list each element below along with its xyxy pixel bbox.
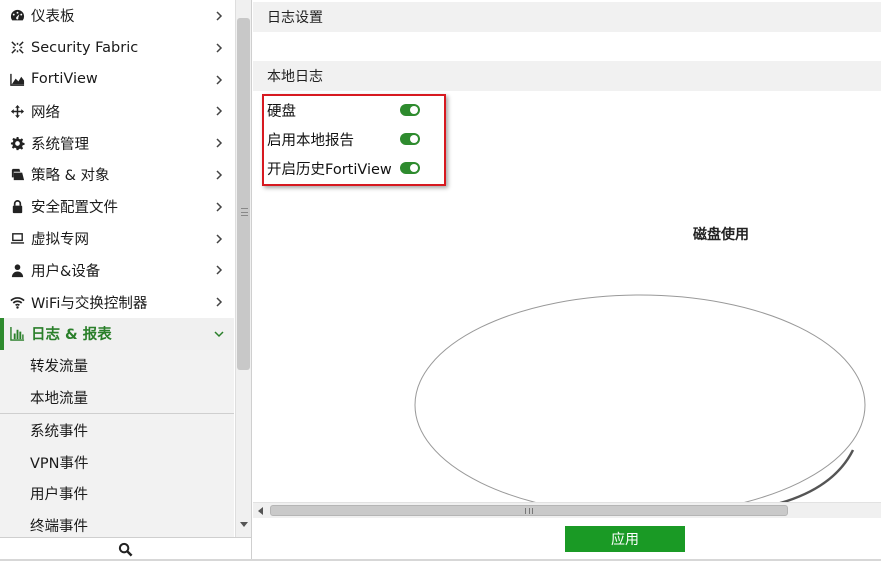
sidebar-item-label: 日志 & 报表	[31, 327, 112, 344]
sidebar-item-label: 安全配置文件	[31, 200, 118, 217]
sidebar-item-vpn[interactable]: 虚拟专网	[0, 223, 234, 255]
network-arrows-icon	[8, 102, 26, 120]
sidebar-item-policy-objects[interactable]: 策略 & 对象	[0, 159, 234, 191]
sidebar-scrollbar[interactable]	[235, 0, 251, 537]
log-settings-header: 日志设置	[253, 2, 881, 32]
grip-icon	[525, 508, 533, 514]
toggle-label: 硬盘	[267, 103, 296, 120]
local-report-toggle[interactable]	[400, 133, 420, 145]
chevron-right-icon	[216, 43, 223, 53]
lock-icon	[8, 198, 26, 216]
sidebar-item-user-device[interactable]: 用户&设备	[0, 254, 234, 286]
historic-fortiview-toggle[interactable]	[400, 162, 420, 174]
nav-menu: 仪表板 Security Fabric FortiView 网络 系统管理 策略…	[0, 0, 234, 537]
laptop-icon	[8, 229, 26, 247]
toggle-row-local-report: 启用本地报告	[267, 128, 354, 150]
chevron-right-icon	[216, 11, 223, 21]
disk-usage-title: 磁盘使用	[693, 227, 749, 243]
sidebar-item-network[interactable]: 网络	[0, 95, 234, 127]
horizontal-scrollbar-thumb[interactable]	[270, 505, 788, 516]
sidebar-subitem-user-events[interactable]: 用户事件	[0, 477, 234, 510]
chevron-right-icon	[216, 202, 223, 212]
sidebar-subitem-forward-traffic[interactable]: 转发流量	[0, 349, 234, 382]
policy-icon	[8, 166, 26, 184]
sidebar-item-label: 用户&设备	[31, 263, 101, 280]
chevron-right-icon	[216, 170, 223, 180]
sidebar-search-button[interactable]	[0, 537, 251, 561]
dashboard-icon	[8, 7, 26, 25]
scroll-left-arrow-icon[interactable]	[258, 507, 263, 515]
sidebar-item-security-fabric[interactable]: Security Fabric	[0, 32, 234, 64]
chevron-right-icon	[216, 106, 223, 116]
sidebar-item-label: 网络	[31, 104, 60, 121]
horizontal-scrollbar[interactable]	[253, 502, 881, 518]
toggle-row-historic-fortiview: 开启历史FortiView	[267, 157, 392, 179]
chevron-right-icon	[216, 265, 223, 275]
sidebar-item-label: WiFi与交换控制器	[31, 295, 148, 312]
local-log-header: 本地日志	[253, 61, 881, 91]
sidebar-scrollbar-thumb[interactable]	[237, 18, 250, 370]
sidebar-item-label: 策略 & 对象	[31, 168, 110, 185]
grip-icon	[241, 208, 248, 216]
main-panel: 日志设置 本地日志 硬盘 启用本地报告 开启历史FortiView 磁盘使用 应…	[253, 0, 881, 561]
sidebar-subitem-endpoint-events[interactable]: 终端事件	[0, 509, 234, 537]
sidebar-item-system[interactable]: 系统管理	[0, 127, 234, 159]
security-fabric-icon	[8, 39, 26, 57]
sidebar-subitem-system-events[interactable]: 系统事件	[0, 414, 234, 447]
gear-icon	[8, 134, 26, 152]
wifi-icon	[8, 293, 26, 311]
disk-usage-pie	[413, 290, 868, 502]
sidebar-subitem-local-traffic[interactable]: 本地流量	[0, 381, 234, 414]
chevron-right-icon	[216, 297, 223, 307]
pie-ellipse	[414, 294, 866, 502]
sidebar-subitem-vpn-events[interactable]: VPN事件	[0, 446, 234, 478]
chevron-right-icon	[216, 138, 223, 148]
sidebar-item-label: Security Fabric	[31, 39, 139, 56]
toggle-label: 开启历史FortiView	[267, 161, 392, 178]
apply-button[interactable]: 应用	[565, 526, 685, 552]
sidebar-item-label: 仪表板	[31, 9, 75, 26]
sidebar-item-label: FortiView	[31, 71, 98, 88]
scroll-down-arrow-icon[interactable]	[240, 522, 248, 527]
chevron-right-icon	[216, 75, 223, 85]
sidebar-item-security-profiles[interactable]: 安全配置文件	[0, 191, 234, 223]
toggle-row-disk: 硬盘	[267, 99, 296, 121]
sidebar-item-dashboard[interactable]: 仪表板	[0, 0, 234, 32]
chevron-right-icon	[216, 234, 223, 244]
sidebar-item-wifi-switch[interactable]: WiFi与交换控制器	[0, 286, 234, 318]
search-icon	[118, 542, 133, 557]
bar-chart-icon	[8, 325, 26, 343]
sidebar-item-fortiview[interactable]: FortiView	[0, 64, 234, 96]
sidebar-item-label: 虚拟专网	[31, 231, 89, 248]
toggle-label: 启用本地报告	[267, 132, 354, 149]
disk-toggle[interactable]	[400, 104, 420, 116]
sidebar: 仪表板 Security Fabric FortiView 网络 系统管理 策略…	[0, 0, 252, 561]
chevron-down-icon	[214, 331, 224, 338]
area-chart-icon	[8, 70, 26, 88]
sidebar-item-label: 系统管理	[31, 136, 89, 153]
user-icon	[8, 261, 26, 279]
sidebar-item-log-report[interactable]: 日志 & 报表	[0, 317, 234, 350]
